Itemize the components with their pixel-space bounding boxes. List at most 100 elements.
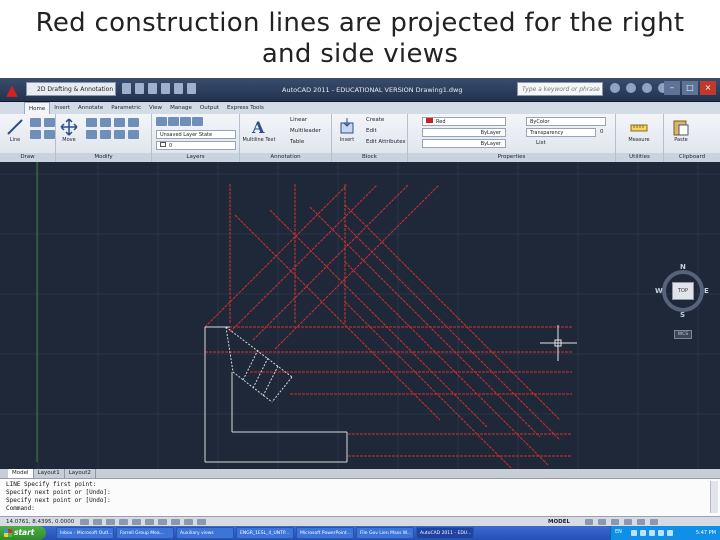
taskbar-button[interactable]: ENGR_1ESL_4_UNTP... (236, 527, 294, 539)
edit-block-button[interactable]: Edit (366, 127, 377, 135)
annotation-scale-icon[interactable] (624, 519, 632, 525)
tab-model[interactable]: Model (8, 469, 34, 478)
ortho-toggle-icon[interactable] (106, 519, 115, 525)
grid-toggle-icon[interactable] (93, 519, 102, 525)
edit-attributes-button[interactable]: Edit Attributes (366, 138, 406, 146)
subscription-icon[interactable] (626, 83, 636, 93)
create-block-button[interactable]: Create (366, 116, 384, 124)
arc-icon[interactable] (30, 130, 41, 139)
lock-icon[interactable] (650, 519, 658, 525)
language-indicator[interactable]: EN (615, 529, 622, 535)
compass-west[interactable]: W (655, 287, 663, 295)
rotate-icon[interactable] (86, 118, 97, 127)
snap-toggle-icon[interactable] (80, 519, 89, 525)
application-menu-icon[interactable]: ▲ (2, 80, 22, 100)
measure-button[interactable]: Measure (626, 117, 652, 144)
copy-icon[interactable] (128, 118, 139, 127)
minimize-icon[interactable]: – (664, 81, 680, 95)
compass-north[interactable]: N (680, 263, 686, 271)
dyn-toggle-icon[interactable] (171, 519, 180, 525)
antivirus-icon[interactable] (667, 530, 673, 536)
model-space-button[interactable]: MODEL (548, 518, 570, 526)
color-select[interactable]: Red (422, 117, 506, 126)
pan-icon[interactable] (598, 519, 606, 525)
layer-properties-icon[interactable] (156, 117, 167, 126)
plot-style-select[interactable]: ByColor (526, 117, 606, 126)
help-search-input[interactable]: Type a keyword or phrase (517, 82, 603, 96)
explode-icon[interactable] (114, 130, 125, 139)
linetype-select[interactable]: ByLayer (422, 128, 506, 137)
drawing-canvas[interactable]: N S W E TOP WCS (0, 162, 720, 482)
search-icon[interactable] (610, 83, 620, 93)
compass-south[interactable]: S (680, 311, 685, 319)
taskbar-button[interactable]: Microsoft PowerPoint... (296, 527, 354, 539)
zoom-icon[interactable] (611, 519, 619, 525)
circle-icon[interactable] (44, 118, 55, 127)
quick-view-icon[interactable] (585, 519, 593, 525)
list-button[interactable]: List (536, 139, 546, 147)
save-icon[interactable] (148, 83, 157, 94)
update-icon[interactable] (658, 530, 664, 536)
wcs-menu[interactable]: WCS (674, 330, 692, 339)
volume-icon[interactable] (640, 530, 646, 536)
erase-icon[interactable] (114, 118, 125, 127)
compass-east[interactable]: E (704, 287, 709, 295)
new-icon[interactable] (122, 83, 131, 94)
otrack-toggle-icon[interactable] (145, 519, 154, 525)
trim-icon[interactable] (100, 118, 111, 127)
osnap-toggle-icon[interactable] (132, 519, 141, 525)
transparency-field[interactable]: Transparency (526, 128, 596, 137)
current-layer-select[interactable]: 0 (156, 141, 236, 150)
command-line-scrollbar[interactable] (710, 481, 718, 513)
plot-icon[interactable] (187, 83, 196, 94)
polyline-icon[interactable] (30, 118, 41, 127)
stretch-icon[interactable] (128, 130, 139, 139)
tab-layout1[interactable]: Layout1 (34, 469, 65, 478)
layer-freeze-icon[interactable] (180, 117, 191, 126)
security-icon[interactable] (649, 530, 655, 536)
tab-parametric[interactable]: Parametric (107, 102, 145, 114)
mirror-icon[interactable] (86, 130, 97, 139)
layer-on-icon[interactable] (168, 117, 179, 126)
tab-express-tools[interactable]: Express Tools (223, 102, 268, 114)
linear-dimension-button[interactable]: Linear (290, 116, 307, 124)
ducs-toggle-icon[interactable] (158, 519, 167, 525)
tab-annotate[interactable]: Annotate (74, 102, 107, 114)
fillet-icon[interactable] (100, 130, 111, 139)
polar-toggle-icon[interactable] (119, 519, 128, 525)
redo-icon[interactable] (174, 83, 183, 94)
lineweight-select[interactable]: ByLayer (422, 139, 506, 148)
move-tool-button[interactable]: Move (56, 117, 82, 144)
multiline-text-button[interactable]: A Multiline Text (242, 117, 276, 144)
taskbar-button[interactable]: Inbox - Microsoft Outl... (56, 527, 114, 539)
rectangle-icon[interactable] (44, 130, 55, 139)
taskbar-button[interactable]: File Gov Lien Mass W... (356, 527, 414, 539)
taskbar-button[interactable]: Auxiliary views (176, 527, 234, 539)
tpy-toggle-icon[interactable] (197, 519, 206, 525)
close-icon[interactable]: × (700, 81, 716, 95)
command-prompt[interactable]: Command: (6, 505, 720, 513)
taskbar-button-autocad[interactable]: AutoCAD 2011 - EDU... (416, 527, 474, 539)
communication-icon[interactable] (642, 83, 652, 93)
layer-state-select[interactable]: Unsaved Layer State (156, 130, 236, 139)
insert-block-button[interactable]: Insert (334, 117, 360, 144)
network-icon[interactable] (631, 530, 637, 536)
paste-button[interactable]: Paste (668, 117, 694, 144)
open-icon[interactable] (135, 83, 144, 94)
table-button[interactable]: Table (290, 138, 304, 146)
viewcube-top-face[interactable]: TOP (672, 282, 694, 300)
taskbar-button[interactable]: Farrell Group Mea... (116, 527, 174, 539)
command-line[interactable]: LINE Specify first point: Specify next p… (0, 478, 720, 516)
layer-lock-icon[interactable] (192, 117, 203, 126)
tab-output[interactable]: Output (196, 102, 223, 114)
undo-icon[interactable] (161, 83, 170, 94)
line-tool-button[interactable]: Line (2, 117, 28, 144)
tab-layout2[interactable]: Layout2 (65, 469, 96, 478)
maximize-icon[interactable]: □ (682, 81, 698, 95)
workspace-select[interactable]: 2D Drafting & Annotation (26, 82, 116, 96)
tab-home[interactable]: Home (24, 102, 51, 114)
lweight-toggle-icon[interactable] (184, 519, 193, 525)
workspace-switch-icon[interactable] (637, 519, 645, 525)
start-button[interactable]: start (0, 526, 46, 540)
tab-view[interactable]: View (145, 102, 166, 114)
